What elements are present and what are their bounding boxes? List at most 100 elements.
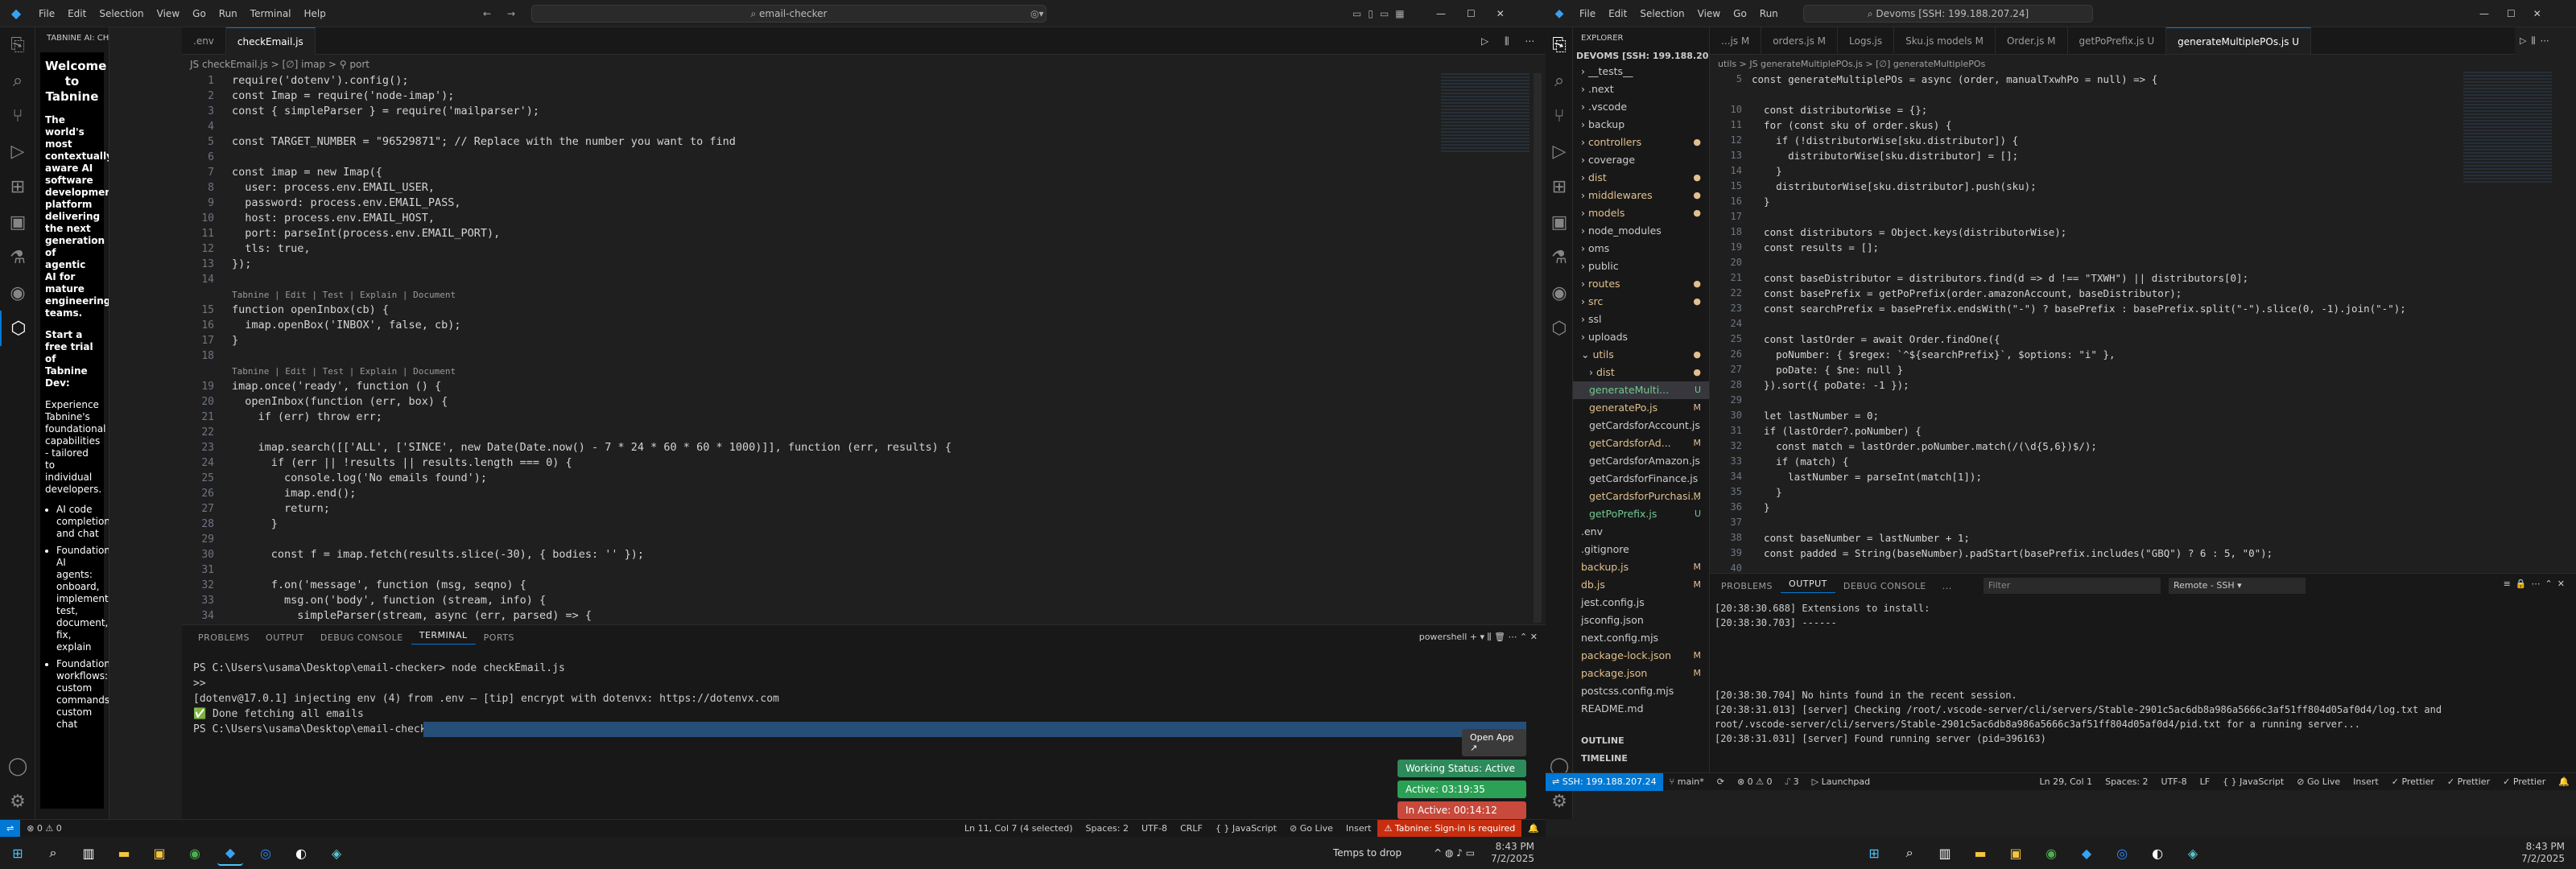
file-item[interactable]: package.json M bbox=[1573, 665, 1709, 682]
new-terminal-icon[interactable]: + ▾ ⫼ 🗑 ⋯ ⌃ ✕ bbox=[1467, 632, 1538, 642]
command-center[interactable]: ⌕ Devoms [SSH: 199.188.207.24] bbox=[1803, 5, 2093, 23]
encoding[interactable]: UTF-8 bbox=[1135, 823, 1174, 834]
tray-icons[interactable]: ^ ◍ ♪ ▭ bbox=[1434, 847, 1475, 859]
notifications-icon[interactable]: 🔔 bbox=[1521, 823, 1546, 834]
menu-item[interactable]: Help bbox=[298, 8, 332, 19]
folder-item[interactable]: › coverage bbox=[1573, 151, 1709, 169]
insert-mode[interactable]: Insert bbox=[2347, 776, 2385, 787]
remote-explorer-icon[interactable]: ▣ bbox=[0, 204, 35, 240]
language-mode[interactable]: { } JavaScript bbox=[1209, 823, 1283, 834]
panel-tab[interactable]: TERMINAL bbox=[411, 630, 476, 645]
menu-item[interactable]: File bbox=[32, 8, 61, 19]
cursor-position[interactable]: Ln 11, Col 7 (4 selected) bbox=[958, 823, 1080, 834]
panel-tab[interactable]: PROBLEMS bbox=[190, 632, 258, 643]
run-debug-icon[interactable]: ▷ bbox=[0, 134, 35, 169]
store-icon[interactable]: ▣ bbox=[147, 840, 172, 866]
file-explorer-icon[interactable]: ▬ bbox=[111, 840, 137, 866]
ports-count[interactable]: ⑀ 3 bbox=[1779, 776, 1806, 787]
file-item[interactable]: getCardsforAccount.js bbox=[1573, 417, 1709, 434]
file-explorer-icon[interactable]: ▬ bbox=[1967, 840, 1993, 866]
app2-icon[interactable]: ◈ bbox=[324, 840, 349, 866]
prettier-status[interactable]: ✓ Prettier bbox=[2385, 776, 2441, 787]
minimap[interactable] bbox=[2463, 72, 2552, 184]
settings-gear-icon[interactable]: ⚙ bbox=[0, 784, 35, 819]
task-view-icon[interactable]: ▥ bbox=[76, 840, 101, 866]
panel-actions[interactable]: ≡🔒⋯⌃✕ bbox=[2504, 579, 2570, 589]
file-item[interactable]: package-lock.json M bbox=[1573, 647, 1709, 665]
minimap[interactable] bbox=[1441, 73, 1530, 154]
extensions-icon[interactable]: ⊞ bbox=[0, 169, 35, 204]
breadcrumb[interactable]: utils > JS generateMultiplePOs.js > [∅] … bbox=[1710, 56, 1985, 73]
window-controls[interactable]: —☐✕ bbox=[2479, 8, 2559, 19]
chrome-icon[interactable]: ◉ bbox=[182, 840, 208, 866]
notifications-icon[interactable]: 🔔 bbox=[2552, 776, 2576, 787]
window-controls[interactable]: —☐✕ bbox=[1436, 8, 1525, 19]
windows-start-icon[interactable]: ⊞ bbox=[5, 840, 31, 866]
testing-icon[interactable]: ⚗ bbox=[1546, 240, 1573, 275]
editor-tab[interactable]: getPoPrefix.js U bbox=[2068, 27, 2167, 54]
menu-item[interactable]: Edit bbox=[61, 8, 93, 19]
account-icon[interactable]: ◯ bbox=[0, 748, 35, 784]
output-log[interactable]: [20:38:30.688] Extensions to install: [20… bbox=[1715, 601, 2560, 770]
run-debug-icon[interactable]: ▷ bbox=[1546, 134, 1573, 169]
store-icon[interactable]: ▣ bbox=[2003, 840, 2029, 866]
file-item[interactable]: getCardsforAd... M bbox=[1573, 434, 1709, 452]
menu-item[interactable]: Go bbox=[1727, 8, 1753, 19]
copilot-icon[interactable]: ◎▾ bbox=[1030, 8, 1044, 19]
remote-indicator[interactable]: ⇌ SSH: 199.188.207.24 bbox=[1546, 772, 1663, 791]
file-item[interactable]: generateMulti... U bbox=[1573, 381, 1709, 399]
editor-actions[interactable]: ▷ ⫼ ⋯ bbox=[1481, 35, 1541, 47]
folder-item[interactable]: › dist ● bbox=[1573, 169, 1709, 187]
folder-item[interactable]: › middlewares ● bbox=[1573, 187, 1709, 204]
menu-item[interactable]: Run bbox=[1753, 8, 1785, 19]
editor-actions[interactable]: ▷⫼⋯ bbox=[2520, 35, 2554, 47]
editor-tab[interactable]: Sku.js models M bbox=[1894, 27, 1996, 54]
menu-item[interactable]: Go bbox=[186, 8, 213, 19]
file-item[interactable]: jest.config.js bbox=[1573, 594, 1709, 612]
search-icon[interactable]: ⌕ bbox=[1897, 840, 1922, 866]
file-item[interactable]: getCardsforAmazon.js bbox=[1573, 452, 1709, 470]
source-control-icon[interactable]: ⑂ bbox=[1546, 98, 1573, 134]
panel-tab[interactable]: ... bbox=[1934, 581, 1960, 591]
task-view-icon[interactable]: ▥ bbox=[1932, 840, 1958, 866]
panel-tab[interactable]: DEBUG CONSOLE bbox=[312, 632, 411, 643]
folder-item[interactable]: › public bbox=[1573, 257, 1709, 275]
terminal-shell[interactable]: powershell bbox=[1419, 632, 1468, 642]
menu-item[interactable]: Selection bbox=[93, 8, 150, 19]
clock[interactable]: 8:43 PM 7/2/2025 bbox=[2521, 841, 2565, 865]
menu-item[interactable]: Selection bbox=[1633, 8, 1690, 19]
clock[interactable]: 8:43 PM 7/2/2025 bbox=[1491, 841, 1534, 865]
folder-item[interactable]: › __tests__ bbox=[1573, 63, 1709, 80]
go-live-button[interactable]: ⊘ Go Live bbox=[2290, 776, 2347, 787]
search-icon[interactable]: ⌕ bbox=[1546, 63, 1573, 98]
editor-tab[interactable]: orders.js M bbox=[1761, 27, 1839, 54]
folder-item[interactable]: › ssl bbox=[1573, 311, 1709, 328]
editor-tab[interactable]: generateMultiplePOs.js U bbox=[2166, 27, 2312, 54]
folder-item[interactable]: › .next bbox=[1573, 80, 1709, 98]
file-item[interactable]: .gitignore bbox=[1573, 541, 1709, 558]
outline-section[interactable]: OUTLINE bbox=[1581, 735, 1624, 746]
git-branch[interactable]: ⑂ main* bbox=[1663, 776, 1711, 787]
timeline-section[interactable]: TIMELINE bbox=[1581, 753, 1628, 764]
folder-item[interactable]: › uploads bbox=[1573, 328, 1709, 346]
vscode-icon[interactable]: ◆ bbox=[2074, 840, 2099, 866]
app2-icon[interactable]: ◈ bbox=[2180, 840, 2206, 866]
problems-count[interactable]: ⊗ 0 ⚠ 0 bbox=[20, 823, 68, 834]
editor-tab[interactable]: Logs.js bbox=[1838, 27, 1895, 54]
folder-item[interactable]: › routes ● bbox=[1573, 275, 1709, 293]
file-item[interactable]: README.md bbox=[1573, 700, 1709, 718]
insert-mode[interactable]: Insert bbox=[1340, 823, 1378, 834]
panel-tab[interactable]: OUTPUT bbox=[1781, 579, 1835, 593]
folder-item[interactable]: ⌄ utils ● bbox=[1573, 346, 1709, 364]
sync-icon[interactable]: ⟳ bbox=[1711, 776, 1731, 787]
panel-tab[interactable]: PROBLEMS bbox=[1713, 581, 1781, 591]
file-item[interactable]: db.js M bbox=[1573, 576, 1709, 594]
menu-item[interactable]: View bbox=[1691, 8, 1727, 19]
file-item[interactable]: getCardsforPurchasi... M bbox=[1573, 488, 1709, 505]
file-item[interactable]: backup.js M bbox=[1573, 558, 1709, 576]
indentation[interactable]: Spaces: 2 bbox=[2099, 776, 2154, 787]
file-item[interactable]: next.config.mjs bbox=[1573, 629, 1709, 647]
folder-item[interactable]: › dist ● bbox=[1573, 364, 1709, 381]
language-mode[interactable]: { } JavaScript bbox=[2216, 776, 2290, 787]
remote-explorer-icon[interactable]: ▣ bbox=[1546, 204, 1573, 240]
